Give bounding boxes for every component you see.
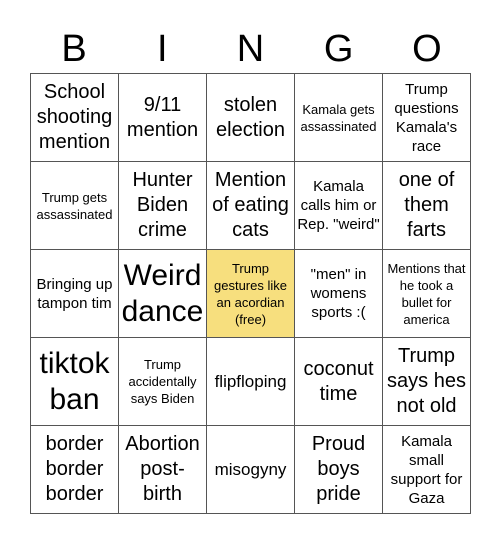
bingo-cell[interactable]: Bringing up tampon tim [31,250,119,338]
bingo-cell-text: flipfloping [214,371,287,391]
header-letter-i: I [157,28,168,70]
bingo-cell-text: School shooting mention [36,81,113,153]
bingo-cell-text: tiktok ban [39,346,110,416]
header-letter-b: B [61,28,87,70]
bingo-cell[interactable]: Proud boys pride [295,426,383,514]
bingo-cell[interactable]: Weird dance [119,250,207,338]
bingo-cell-text: Trump accidentally says Biden [128,357,197,406]
bingo-cell-text: Abortion post-birth [125,433,200,505]
bingo-cell-text: Weird dance [121,258,204,328]
bingo-cell[interactable]: Trump accidentally says Biden [119,338,207,426]
header-letter-n: N [236,28,265,70]
bingo-cell[interactable]: flipfloping [207,338,295,426]
bingo-cell-text: Mentions that he took a bullet for ameri… [387,260,466,327]
bingo-cell[interactable]: Kamala calls him or Rep. "weird" [295,162,383,250]
bingo-cell[interactable]: border border border [31,426,119,514]
bingo-cell[interactable]: misogyny [207,426,295,514]
bingo-cell-text: stolen election [216,93,285,141]
header-letter-o: O [412,28,442,70]
bingo-cell-text: Trump says hes not old [387,345,466,417]
bingo-cell-text: Trump gestures like an acordian (free) [214,260,287,327]
bingo-cell-text: 9/11 mention [126,93,199,141]
bingo-card-grid: School shooting mention 9/11 mention stole… [30,73,471,514]
bingo-cell[interactable]: Abortion post-birth [119,426,207,514]
bingo-cell[interactable]: Hunter Biden crime [119,162,207,250]
bingo-cell-text: coconut time [303,357,374,405]
bingo-cell[interactable]: Kamala gets assassinated [295,74,383,162]
bingo-cell-text: Mention of eating cats [212,169,289,241]
bingo-header: B I N G O [30,25,471,73]
bingo-cell[interactable]: one of them farts [383,162,471,250]
header-letter-g: G [323,28,354,70]
bingo-cell[interactable]: Trump questions Kamala's race [383,74,471,162]
bingo-cell-text: Kamala gets assassinated [300,101,377,134]
bingo-cell[interactable]: "men" in womens sports :( [295,250,383,338]
bingo-cell[interactable]: tiktok ban [31,338,119,426]
bingo-cell[interactable]: Mentions that he took a bullet for ameri… [383,250,471,338]
bingo-cell-text: Bringing up tampon tim [36,275,113,312]
bingo-cell-text: Trump gets assassinated [36,189,113,222]
bingo-cell-text: Kamala calls him or Rep. "weird" [297,178,380,233]
bingo-cell[interactable]: Trump says hes not old [383,338,471,426]
bingo-cell-text: Proud boys pride [311,433,366,505]
bingo-cell-text: border border border [45,433,104,505]
bingo-cell-text: Kamala small support for Gaza [390,432,463,507]
bingo-free-cell[interactable]: Trump gestures like an acordian (free) [207,250,295,338]
bingo-cell[interactable]: Kamala small support for Gaza [383,426,471,514]
bingo-cell-text: Trump questions Kamala's race [394,80,459,155]
bingo-cell[interactable]: coconut time [295,338,383,426]
bingo-cell-text: "men" in womens sports :( [310,266,367,321]
bingo-cell[interactable]: School shooting mention [31,74,119,162]
bingo-cell[interactable]: Mention of eating cats [207,162,295,250]
bingo-cell-text: misogyny [214,459,287,479]
bingo-cell[interactable]: 9/11 mention [119,74,207,162]
bingo-cell-text: Hunter Biden crime [132,169,193,241]
bingo-cell[interactable]: Trump gets assassinated [31,162,119,250]
bingo-cell[interactable]: stolen election [207,74,295,162]
bingo-cell-text: one of them farts [398,169,455,241]
